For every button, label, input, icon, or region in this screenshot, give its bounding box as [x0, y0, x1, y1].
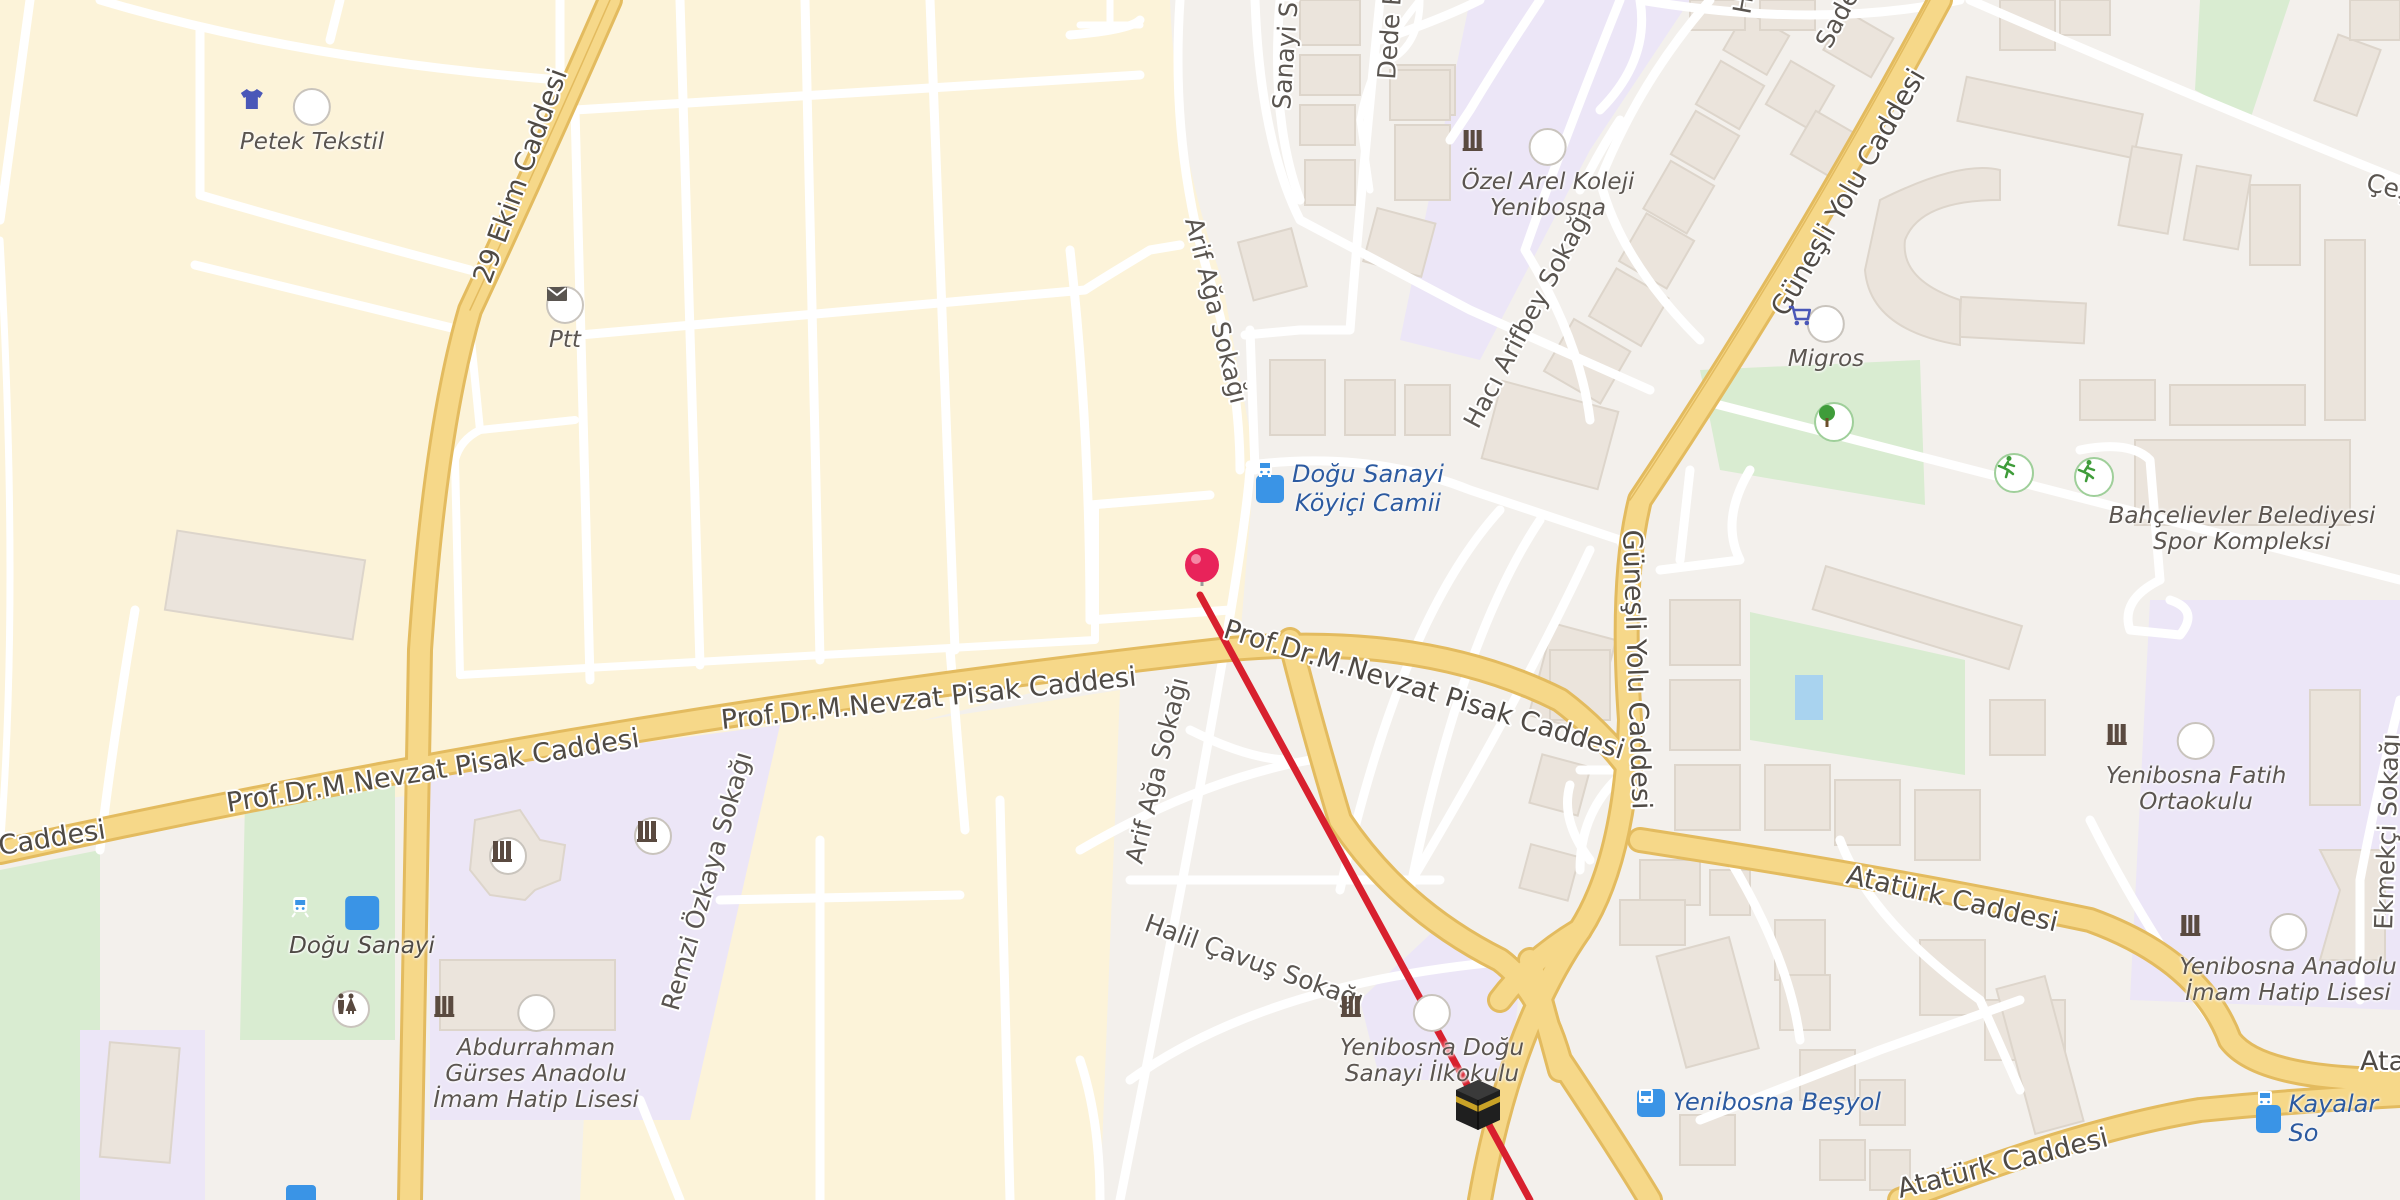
- tree-icon[interactable]: [1814, 402, 1854, 442]
- poi-yenibosna-dogu-ilkokulu[interactable]: Yenibosna Doğu Sanayi İlkokulu: [1340, 994, 1524, 1088]
- map-canvas[interactable]: 29 Ekim Caddesi Prof.Dr.M.Nevzat Pisak C…: [0, 0, 2400, 1200]
- poi-label-line1: Yenibosna Doğu: [1339, 1035, 1525, 1061]
- train-station-dogu-sanayi[interactable]: Doğu Sanayi: [289, 896, 435, 960]
- bus-stop-label-line2: Köyiçi Camii: [1294, 489, 1442, 517]
- pool: [1795, 675, 1823, 720]
- bus-icon: [1637, 1088, 1665, 1117]
- bus-stop-label: Kayalar So: [2288, 1090, 2379, 1147]
- cart-icon: [1788, 305, 1845, 343]
- mail-icon: [546, 286, 584, 324]
- kaaba-icon[interactable]: [1448, 1076, 1508, 1134]
- poi-abdurrahman-gurses[interactable]: Abdurrahman Gürses Anadolu İmam Hatip Li…: [433, 994, 639, 1114]
- bus-icon: [1256, 461, 1284, 503]
- poi-label: Petek Tekstil: [239, 129, 385, 155]
- school-icon[interactable]: [489, 837, 527, 875]
- bus-stop-dogu-sanayi-koyici[interactable]: Doğu Sanayi Köyiçi Camii: [1256, 460, 1444, 518]
- bus-stop-label: Doğu Sanayi Köyiçi Camii: [1292, 460, 1444, 518]
- poi-ozel-arel[interactable]: Özel Arel Koleji Yenibosna: [1461, 128, 1635, 222]
- poi-yenibosna-anadolu[interactable]: Yenibosna Anadolu İmam Hatip Lisesi: [2179, 913, 2397, 1007]
- school-icon: [2106, 722, 2215, 760]
- poi-label-line1: Bahçelievler Belediyesi: [2108, 503, 2376, 529]
- poi-label-line2: İmam Hatip Lisesi: [2185, 980, 2391, 1006]
- poi-label-line2: Gürses Anadolu: [445, 1061, 627, 1087]
- poi-label-line2: Spor Kompleksi: [2153, 529, 2331, 555]
- poi-yenibosna-fatih[interactable]: Yenibosna Fatih Ortaokulu: [2105, 722, 2287, 816]
- street-label-ataturk-right: Ata: [2360, 1046, 2400, 1077]
- poi-petek-tekstil[interactable]: Petek Tekstil: [240, 88, 384, 156]
- bus-stop-kayalar[interactable]: Kayalar So: [2256, 1090, 2400, 1148]
- poi-label-line2: Ortaokulu: [2139, 789, 2253, 815]
- poi-label-line1: Yenibosna Anadolu: [2179, 954, 2397, 980]
- bus-stop-yenibosna-besyol[interactable]: Yenibosna Beşyol: [1637, 1088, 1881, 1117]
- poi-bahcelievler-spor[interactable]: Bahçelievler Belediyesi Spor Kompleksi: [2109, 500, 2376, 556]
- shirt-icon: [240, 88, 331, 126]
- train-station-label: Doğu Sanayi: [289, 933, 435, 959]
- poi-label-line1: Özel Arel Koleji: [1461, 169, 1635, 195]
- school-icon: [2180, 913, 2307, 951]
- poi-label-line1: Abdurrahman: [456, 1035, 616, 1061]
- poi-label-line2: Yenibosna: [1490, 195, 1606, 221]
- school-icon: [434, 994, 555, 1032]
- poi-label-line3: İmam Hatip Lisesi: [433, 1087, 639, 1113]
- running-icon[interactable]: [1994, 453, 2034, 493]
- poi-label: Ptt: [549, 327, 581, 353]
- train-icon: [291, 896, 379, 930]
- poi-label-line1: Yenibosna Fatih: [2105, 763, 2287, 789]
- bus-stop-label: Yenibosna Beşyol: [1673, 1088, 1881, 1116]
- school-icon: [1340, 994, 1451, 1032]
- bus-icon: [2256, 1091, 2281, 1133]
- toilets-icon[interactable]: [332, 990, 370, 1028]
- running-icon[interactable]: [2074, 457, 2114, 497]
- pin-icon[interactable]: [1183, 546, 1221, 586]
- bus-stop-label-line1: Doğu Sanayi: [1292, 460, 1444, 488]
- poi-label: Migros: [1787, 346, 1865, 372]
- poi-ptt[interactable]: Ptt: [546, 286, 584, 354]
- poi-migros[interactable]: Migros: [1788, 305, 1864, 373]
- school-icon: [1462, 128, 1567, 166]
- parking-icon[interactable]: [286, 1185, 316, 1200]
- school-icon[interactable]: [634, 817, 672, 855]
